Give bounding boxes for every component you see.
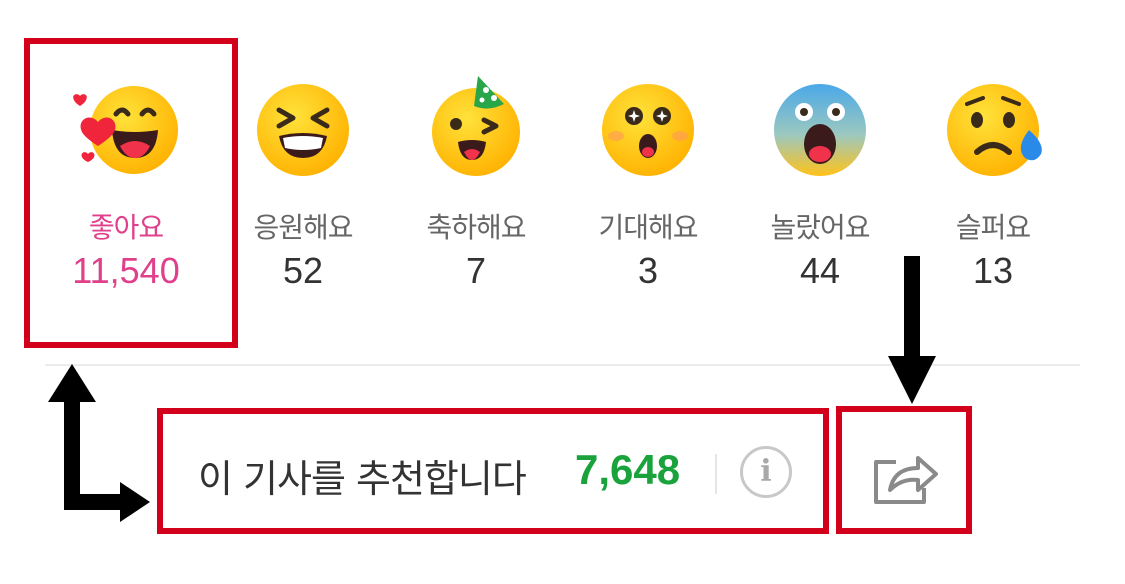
shocked-face-emoji-icon — [772, 82, 868, 178]
reaction-count: 44 — [799, 250, 841, 291]
reaction-congrats[interactable]: 축하해요 7 — [390, 70, 562, 310]
annotation-box-like — [24, 38, 238, 348]
reaction-label: 기대해요 — [598, 211, 698, 244]
reaction-surprised[interactable]: 놀랐어요 44 — [734, 70, 906, 310]
reaction-label: 축하해요 — [426, 211, 526, 244]
reaction-count: 3 — [637, 250, 659, 291]
sad-tear-emoji-icon — [945, 82, 1042, 178]
reaction-cheer[interactable]: 응원해요 52 — [217, 70, 389, 310]
reaction-label: 놀랐어요 — [770, 211, 870, 244]
annotation-box-recommend — [157, 408, 829, 534]
reaction-count: 7 — [465, 250, 487, 291]
sparkle-eyes-emoji-icon — [600, 82, 696, 178]
reaction-label: 응원해요 — [253, 211, 353, 244]
annotation-box-share — [836, 406, 972, 534]
reaction-expect[interactable]: 기대해요 3 — [562, 70, 734, 310]
reaction-label: 슬퍼요 — [955, 211, 1031, 244]
down-arrow-icon — [888, 256, 936, 404]
party-hat-wink-emoji-icon — [428, 76, 524, 178]
elbow-arrow-icon — [48, 364, 150, 522]
grinning-squint-emoji-icon — [255, 82, 351, 178]
reaction-count: 52 — [282, 250, 324, 291]
